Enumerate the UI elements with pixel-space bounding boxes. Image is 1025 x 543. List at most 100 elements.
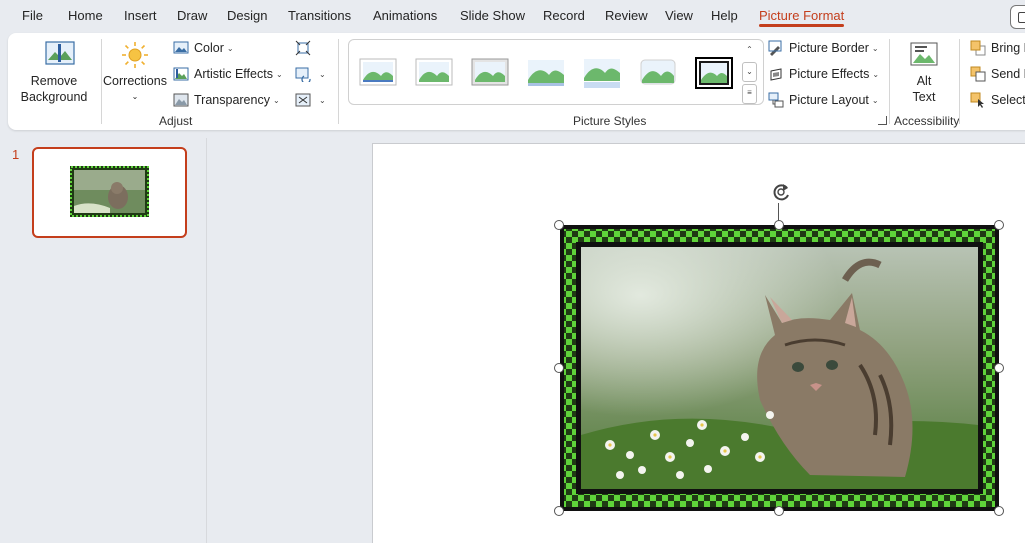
picture-layout-label: Picture Layout bbox=[789, 93, 869, 107]
ribbon: Remove Background Corrections ⌄ Color⌄ bbox=[8, 33, 1025, 130]
send-backward-button[interactable]: Send B bbox=[970, 64, 1025, 84]
picture-style-6[interactable] bbox=[639, 56, 677, 90]
change-picture-icon bbox=[295, 67, 311, 82]
tab-transitions[interactable]: Transitions bbox=[288, 8, 351, 23]
picture-style-2[interactable] bbox=[415, 56, 453, 90]
alt-text-label-line2: Text bbox=[912, 90, 936, 104]
selection-pane-button[interactable]: Selecti bbox=[970, 90, 1025, 110]
picture-effects-button[interactable]: Picture Effects ⌄ bbox=[768, 64, 879, 84]
tab-draw[interactable]: Draw bbox=[177, 8, 207, 23]
corrections-button[interactable]: Corrections ⌄ bbox=[102, 39, 168, 109]
resize-handle-bottom-left[interactable] bbox=[554, 506, 564, 516]
compress-icon bbox=[295, 40, 311, 56]
color-icon bbox=[173, 41, 189, 54]
chevron-down-icon: ⌄ bbox=[319, 69, 326, 79]
selected-picture[interactable] bbox=[560, 225, 999, 511]
transparency-icon bbox=[173, 93, 189, 107]
change-picture-button[interactable]: ⌄ bbox=[295, 64, 326, 84]
resize-handle-top-right[interactable] bbox=[994, 220, 1004, 230]
slide-thumbnails-panel: 1 bbox=[0, 138, 207, 543]
picture-style-thumbnail bbox=[359, 58, 397, 86]
chevron-down-icon: ⌄ bbox=[226, 43, 234, 53]
picture-layout-button[interactable]: Picture Layout ⌄ bbox=[768, 90, 879, 110]
tab-help[interactable]: Help bbox=[711, 8, 738, 23]
picture-border-button[interactable]: Picture Border ⌄ bbox=[768, 38, 879, 58]
reset-picture-button[interactable]: ⌄ bbox=[295, 90, 326, 110]
resize-handle-top[interactable] bbox=[774, 220, 784, 230]
remove-background-label-line1: Remove bbox=[30, 74, 78, 88]
picture-effects-icon bbox=[770, 68, 782, 81]
picture-style-4[interactable] bbox=[527, 56, 565, 90]
tab-animations[interactable]: Animations bbox=[373, 8, 437, 23]
resize-handle-right[interactable] bbox=[994, 363, 1004, 373]
tab-review[interactable]: Review bbox=[605, 8, 648, 23]
alt-text-button[interactable]: Alt Text bbox=[896, 39, 952, 109]
tab-insert[interactable]: Insert bbox=[124, 8, 157, 23]
resize-handle-bottom[interactable] bbox=[774, 506, 784, 516]
picture-style-thumbnail bbox=[640, 59, 676, 85]
resize-handle-bottom-right[interactable] bbox=[994, 506, 1004, 516]
chevron-down-icon: ⌄ bbox=[319, 95, 326, 105]
tab-picture-format[interactable]: Picture Format bbox=[759, 8, 845, 27]
picture-style-thumbnail bbox=[528, 60, 564, 86]
picture-style-3[interactable] bbox=[471, 56, 509, 90]
ribbon-divider bbox=[338, 39, 339, 124]
gallery-scroll-down-button[interactable]: ⌄ bbox=[742, 62, 757, 82]
selection-pane-icon bbox=[970, 92, 984, 108]
ribbon-divider bbox=[959, 39, 960, 124]
slide-thumbnail[interactable] bbox=[32, 147, 187, 238]
picture-effects-label: Picture Effects bbox=[789, 67, 870, 81]
chevron-down-icon: ⌄ bbox=[871, 95, 879, 105]
picture-style-thumbnail bbox=[584, 59, 620, 88]
picture-style-1[interactable] bbox=[359, 56, 397, 90]
reset-picture-icon bbox=[295, 93, 311, 107]
resize-handle-top-left[interactable] bbox=[554, 220, 564, 230]
artistic-effects-label: Artistic Effects bbox=[194, 67, 273, 81]
remove-background-label-line2: Background bbox=[20, 90, 88, 104]
alt-text-label-line1: Alt bbox=[916, 74, 932, 88]
picture-style-thumbnail bbox=[415, 58, 453, 86]
gallery-more-button[interactable]: ≡ bbox=[742, 84, 757, 104]
compress-pictures-button[interactable] bbox=[295, 38, 316, 58]
chevron-down-icon: ⌄ bbox=[872, 69, 880, 79]
picture-border-label: Picture Border bbox=[789, 41, 869, 55]
tab-design[interactable]: Design bbox=[227, 8, 267, 23]
remove-background-icon bbox=[45, 41, 75, 65]
chevron-down-icon: ⌄ bbox=[871, 43, 879, 53]
picture-styles-group-label: Picture Styles bbox=[573, 114, 647, 128]
tab-file[interactable]: File bbox=[22, 8, 43, 23]
tab-view[interactable]: View bbox=[665, 8, 693, 23]
picture-style-thumbnail bbox=[695, 57, 733, 89]
tab-record[interactable]: Record bbox=[543, 8, 585, 23]
resize-handle-left[interactable] bbox=[554, 363, 564, 373]
artistic-effects-button[interactable]: Artistic Effects ⌄ bbox=[173, 64, 283, 84]
transparency-button[interactable]: Transparency ⌄ bbox=[173, 90, 280, 110]
chevron-down-icon: ⌄ bbox=[272, 95, 280, 105]
color-button[interactable]: Color ⌄ bbox=[173, 38, 234, 58]
picture-border-icon bbox=[768, 40, 782, 56]
picture-style-7-selected[interactable] bbox=[695, 56, 733, 90]
tab-slide-show[interactable]: Slide Show bbox=[460, 8, 525, 23]
bring-forward-label: Bring F bbox=[991, 41, 1025, 55]
rotate-handle-icon[interactable] bbox=[770, 181, 792, 203]
picture-style-5[interactable] bbox=[583, 56, 621, 90]
picture-styles-dialog-launcher[interactable] bbox=[878, 116, 887, 125]
picture-layout-icon bbox=[768, 92, 784, 108]
ribbon-divider bbox=[889, 39, 890, 124]
bring-forward-button[interactable]: Bring F bbox=[970, 38, 1025, 58]
chevron-down-icon: ⌄ bbox=[275, 69, 283, 79]
chevron-down-icon: ⌄ bbox=[131, 92, 139, 101]
selection-pane-label: Selecti bbox=[991, 93, 1025, 107]
accessibility-group-label: Accessibility bbox=[894, 114, 960, 128]
share-button[interactable] bbox=[1010, 5, 1025, 29]
slide-number: 1 bbox=[12, 147, 20, 162]
artistic-effects-icon bbox=[173, 67, 189, 81]
gallery-scroll-up-button[interactable]: ⌃ bbox=[742, 43, 757, 59]
slide-thumbnail-picture bbox=[70, 166, 149, 217]
alt-text-icon bbox=[910, 42, 938, 66]
bring-forward-icon bbox=[970, 40, 986, 56]
tab-home[interactable]: Home bbox=[68, 8, 103, 23]
remove-background-button[interactable]: Remove Background bbox=[14, 39, 94, 109]
transparency-label: Transparency bbox=[194, 93, 270, 107]
picture-style-thumbnail bbox=[471, 58, 509, 86]
